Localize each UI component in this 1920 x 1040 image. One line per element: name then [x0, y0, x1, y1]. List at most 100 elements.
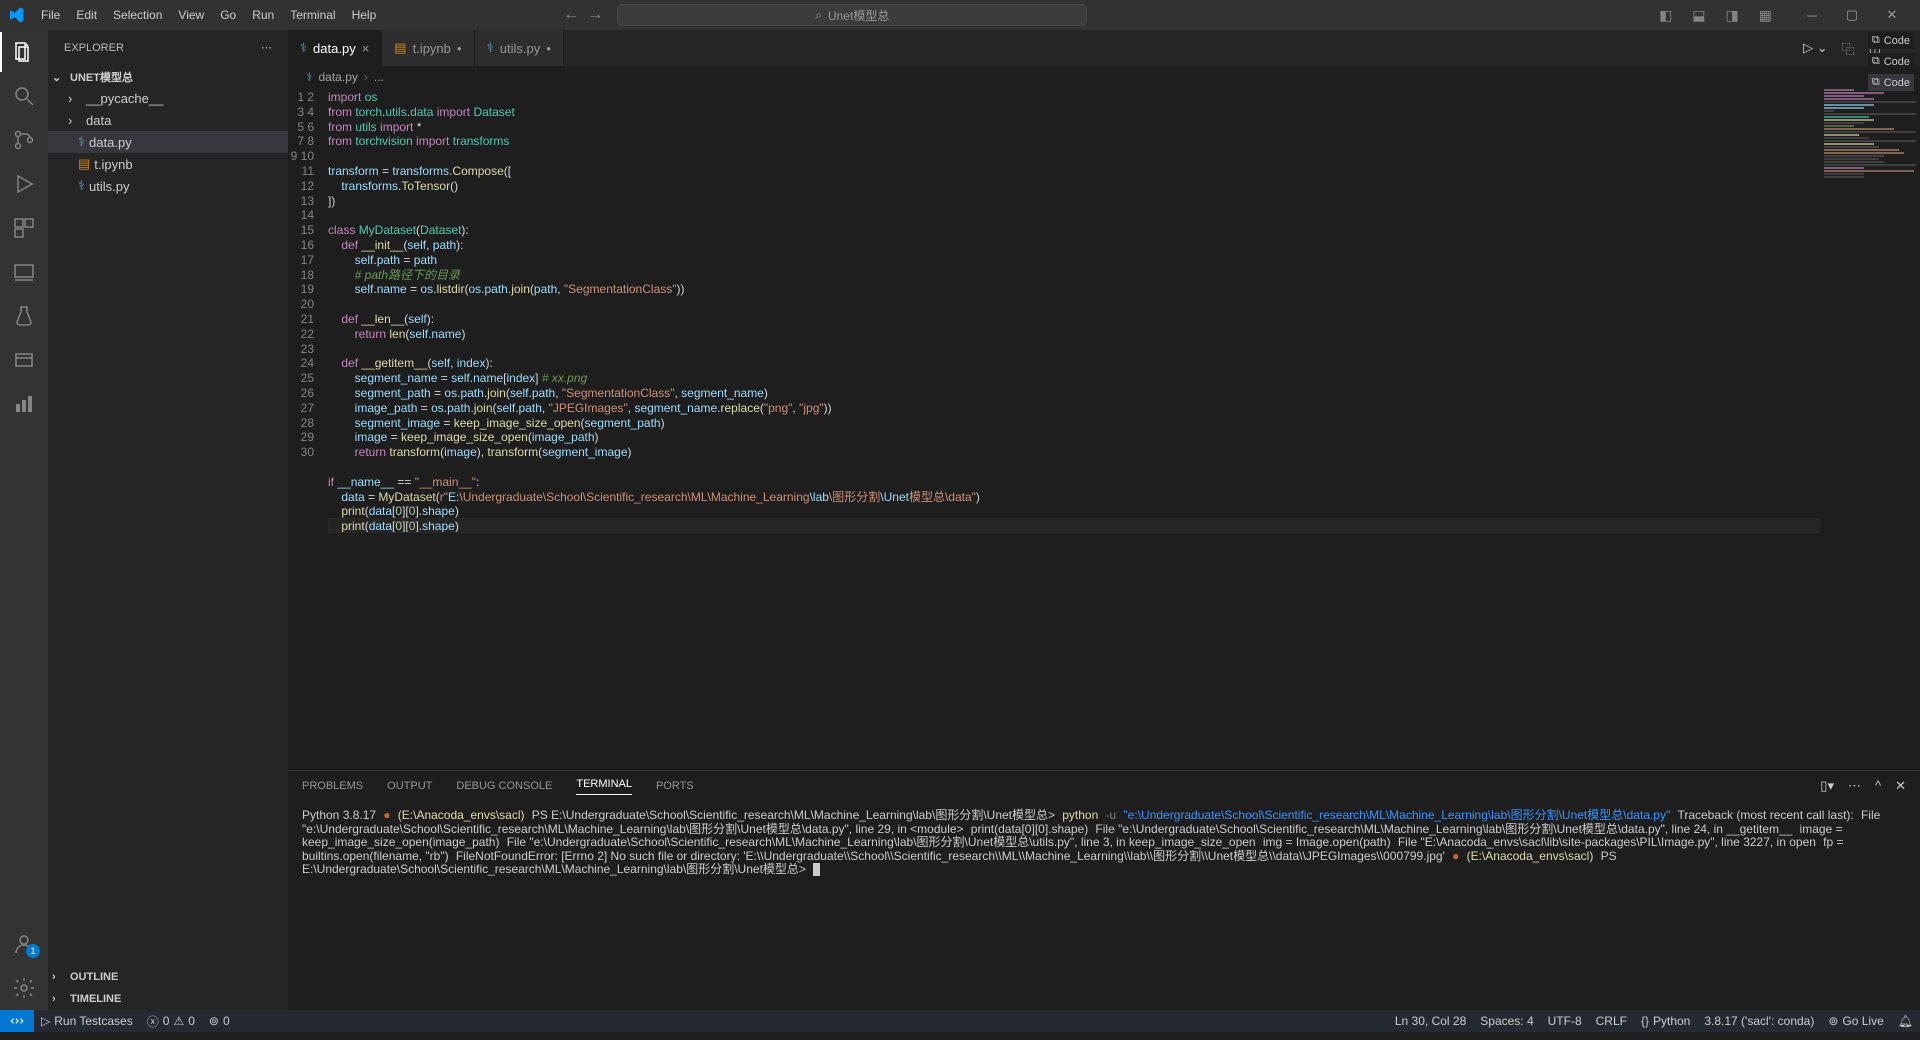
search-icon[interactable]: [12, 84, 36, 108]
bell-icon: 🔔︎: [1898, 1014, 1913, 1028]
status-spaces[interactable]: Spaces: 4: [1473, 1010, 1540, 1032]
folder-data[interactable]: ›data: [48, 109, 288, 131]
menu-file[interactable]: File: [34, 4, 67, 26]
terminal-dropdown-icon[interactable]: ▯▾: [1820, 778, 1834, 794]
notebook-file-icon: ▤: [394, 40, 406, 56]
panel-tab-terminal[interactable]: TERMINAL: [576, 778, 632, 795]
panel-tab-problems[interactable]: PROBLEMS: [302, 780, 363, 792]
compare-icon[interactable]: ⿻: [1842, 39, 1855, 58]
file-label: utils.py: [89, 179, 129, 194]
remote-indicator[interactable]: [0, 1010, 34, 1032]
tab-data-py[interactable]: ⚕data.py×: [288, 30, 382, 66]
dirty-icon[interactable]: ●: [457, 44, 462, 53]
editor-tabs: ⚕data.py× ▤t.ipynb● ⚕utils.py● ▷ ⌄ ⿻ ◫ ⋯: [288, 30, 1920, 66]
folder-pycache[interactable]: ›__pycache__: [48, 87, 288, 109]
chevron-down-icon: ⌄: [52, 71, 66, 84]
panel-tab-debug[interactable]: DEBUG CONSOLE: [456, 780, 552, 792]
nav-forward-icon[interactable]: →: [587, 6, 603, 24]
status-notifications[interactable]: 🔔︎: [1891, 1010, 1920, 1032]
breadcrumb[interactable]: ⚕ data.py › ...: [288, 66, 1920, 88]
command-center[interactable]: ⌕ Unet模型总: [617, 4, 1087, 26]
maximize-panel-icon[interactable]: ^: [1875, 778, 1881, 794]
settings-icon[interactable]: [12, 976, 36, 1000]
status-problems[interactable]: ⓧ0 ⚠0: [140, 1010, 202, 1032]
code-body[interactable]: import os from torch.utils.data import D…: [328, 88, 1920, 770]
jupyter-icon[interactable]: [12, 348, 36, 372]
status-go-live[interactable]: ⊚Go Live: [1821, 1010, 1890, 1032]
terminal-line: print(data[0][0].shape): [971, 822, 1088, 836]
terminal-arg: -u: [1106, 808, 1117, 822]
run-file-icon[interactable]: ▷ ⌄: [1803, 40, 1828, 56]
file-t-ipynb[interactable]: ▤t.ipynb: [48, 153, 288, 175]
status-interpreter[interactable]: 3.8.17 ('sacl': conda): [1697, 1010, 1821, 1032]
tab-t-ipynb[interactable]: ▤t.ipynb●: [382, 30, 474, 66]
terminal-line: File "e:\Undergraduate\School\Scientific…: [507, 835, 1256, 849]
menu-view[interactable]: View: [171, 4, 211, 26]
radio-icon: ⊚: [209, 1014, 219, 1028]
dirty-icon[interactable]: ●: [546, 44, 551, 53]
file-utils-py[interactable]: ⚕utils.py: [48, 175, 288, 197]
testing-icon[interactable]: [12, 304, 36, 328]
play-icon: ▷: [41, 1014, 50, 1028]
search-icon: ⌕: [815, 8, 822, 23]
more-icon[interactable]: ⋯: [1848, 778, 1861, 794]
menu-edit[interactable]: Edit: [69, 4, 104, 26]
extensions-icon[interactable]: [12, 216, 36, 240]
more-icon[interactable]: ⋯: [261, 41, 272, 54]
project-name: UNET模型总: [70, 69, 133, 85]
remote-explorer-icon[interactable]: [12, 260, 36, 284]
cursor: [813, 863, 820, 876]
status-encoding[interactable]: UTF-8: [1541, 1010, 1589, 1032]
terminal-label: Code: [1884, 35, 1910, 47]
customize-layout-icon[interactable]: ▦: [1759, 7, 1772, 24]
close-icon[interactable]: ×: [362, 41, 370, 56]
tab-utils-py[interactable]: ⚕utils.py●: [475, 30, 564, 66]
activity-bar: 1: [0, 30, 48, 1010]
window-maximize[interactable]: ▢: [1832, 0, 1872, 30]
accounts-icon[interactable]: 1: [12, 932, 36, 956]
project-header[interactable]: ⌄ UNET模型总: [48, 67, 288, 87]
source-control-icon[interactable]: [12, 128, 36, 152]
status-cursor[interactable]: Ln 30, Col 28: [1388, 1010, 1473, 1032]
outline-section[interactable]: ›OUTLINE: [48, 966, 288, 988]
nav-back-icon[interactable]: ←: [563, 6, 579, 24]
menu-run[interactable]: Run: [245, 4, 281, 26]
stats-icon[interactable]: [12, 392, 36, 416]
minimap[interactable]: [1820, 88, 1920, 770]
file-label: data.py: [89, 135, 132, 150]
close-panel-icon[interactable]: ✕: [1895, 778, 1906, 794]
menu-selection[interactable]: Selection: [106, 4, 169, 26]
status-eol[interactable]: CRLF: [1589, 1010, 1634, 1032]
title-bar: File Edit Selection View Go Run Terminal…: [0, 0, 1920, 30]
terminal-line: File "E:\Anacoda_envs\sacl\lib\site-pack…: [1398, 835, 1816, 849]
menu-go[interactable]: Go: [213, 4, 243, 26]
menu-terminal[interactable]: Terminal: [283, 4, 342, 26]
toggle-panel-icon[interactable]: ⬓: [1692, 7, 1705, 24]
terminal-list: ⧉Code ⧉Code ⧉Code: [1868, 32, 1914, 91]
explorer-icon[interactable]: [12, 40, 36, 64]
tab-label: utils.py: [500, 41, 540, 56]
terminal-body[interactable]: Python 3.8.17 ● (E:\Anacoda_envs\sacl) P…: [288, 801, 1920, 1010]
status-ports[interactable]: ⊚0: [202, 1010, 237, 1032]
window-minimize[interactable]: ─: [1792, 0, 1832, 30]
menu-help[interactable]: Help: [345, 4, 384, 26]
tab-label: data.py: [313, 41, 356, 56]
notebook-file-icon: ▤: [78, 156, 90, 172]
window-close[interactable]: ✕: [1872, 0, 1912, 30]
file-data-py[interactable]: ⚕data.py: [48, 131, 288, 153]
toggle-primary-sidebar-icon[interactable]: ◧: [1659, 7, 1672, 24]
run-debug-icon[interactable]: [12, 172, 36, 196]
terminal-line: File "e:\Undergraduate\School\Scientific…: [1095, 822, 1792, 836]
status-language[interactable]: {}Python: [1634, 1010, 1697, 1032]
panel-tab-output[interactable]: OUTPUT: [387, 780, 432, 792]
panel-tab-ports[interactable]: PORTS: [656, 780, 694, 792]
code-editor[interactable]: 1 2 3 4 5 6 7 8 9 10 11 12 13 14 15 16 1…: [288, 88, 1920, 770]
editor-area: ⚕data.py× ▤t.ipynb● ⚕utils.py● ▷ ⌄ ⿻ ◫ ⋯…: [288, 30, 1920, 1010]
timeline-section[interactable]: ›TIMELINE: [48, 988, 288, 1010]
terminal-item[interactable]: ⧉Code: [1868, 32, 1914, 49]
status-run-testcases[interactable]: ▷Run Testcases: [34, 1010, 140, 1032]
terminal-item[interactable]: ⧉Code: [1868, 53, 1914, 70]
toggle-secondary-sidebar-icon[interactable]: ◨: [1726, 7, 1739, 24]
timeline-label: TIMELINE: [70, 993, 121, 1005]
terminal-item[interactable]: ⧉Code: [1868, 74, 1914, 91]
